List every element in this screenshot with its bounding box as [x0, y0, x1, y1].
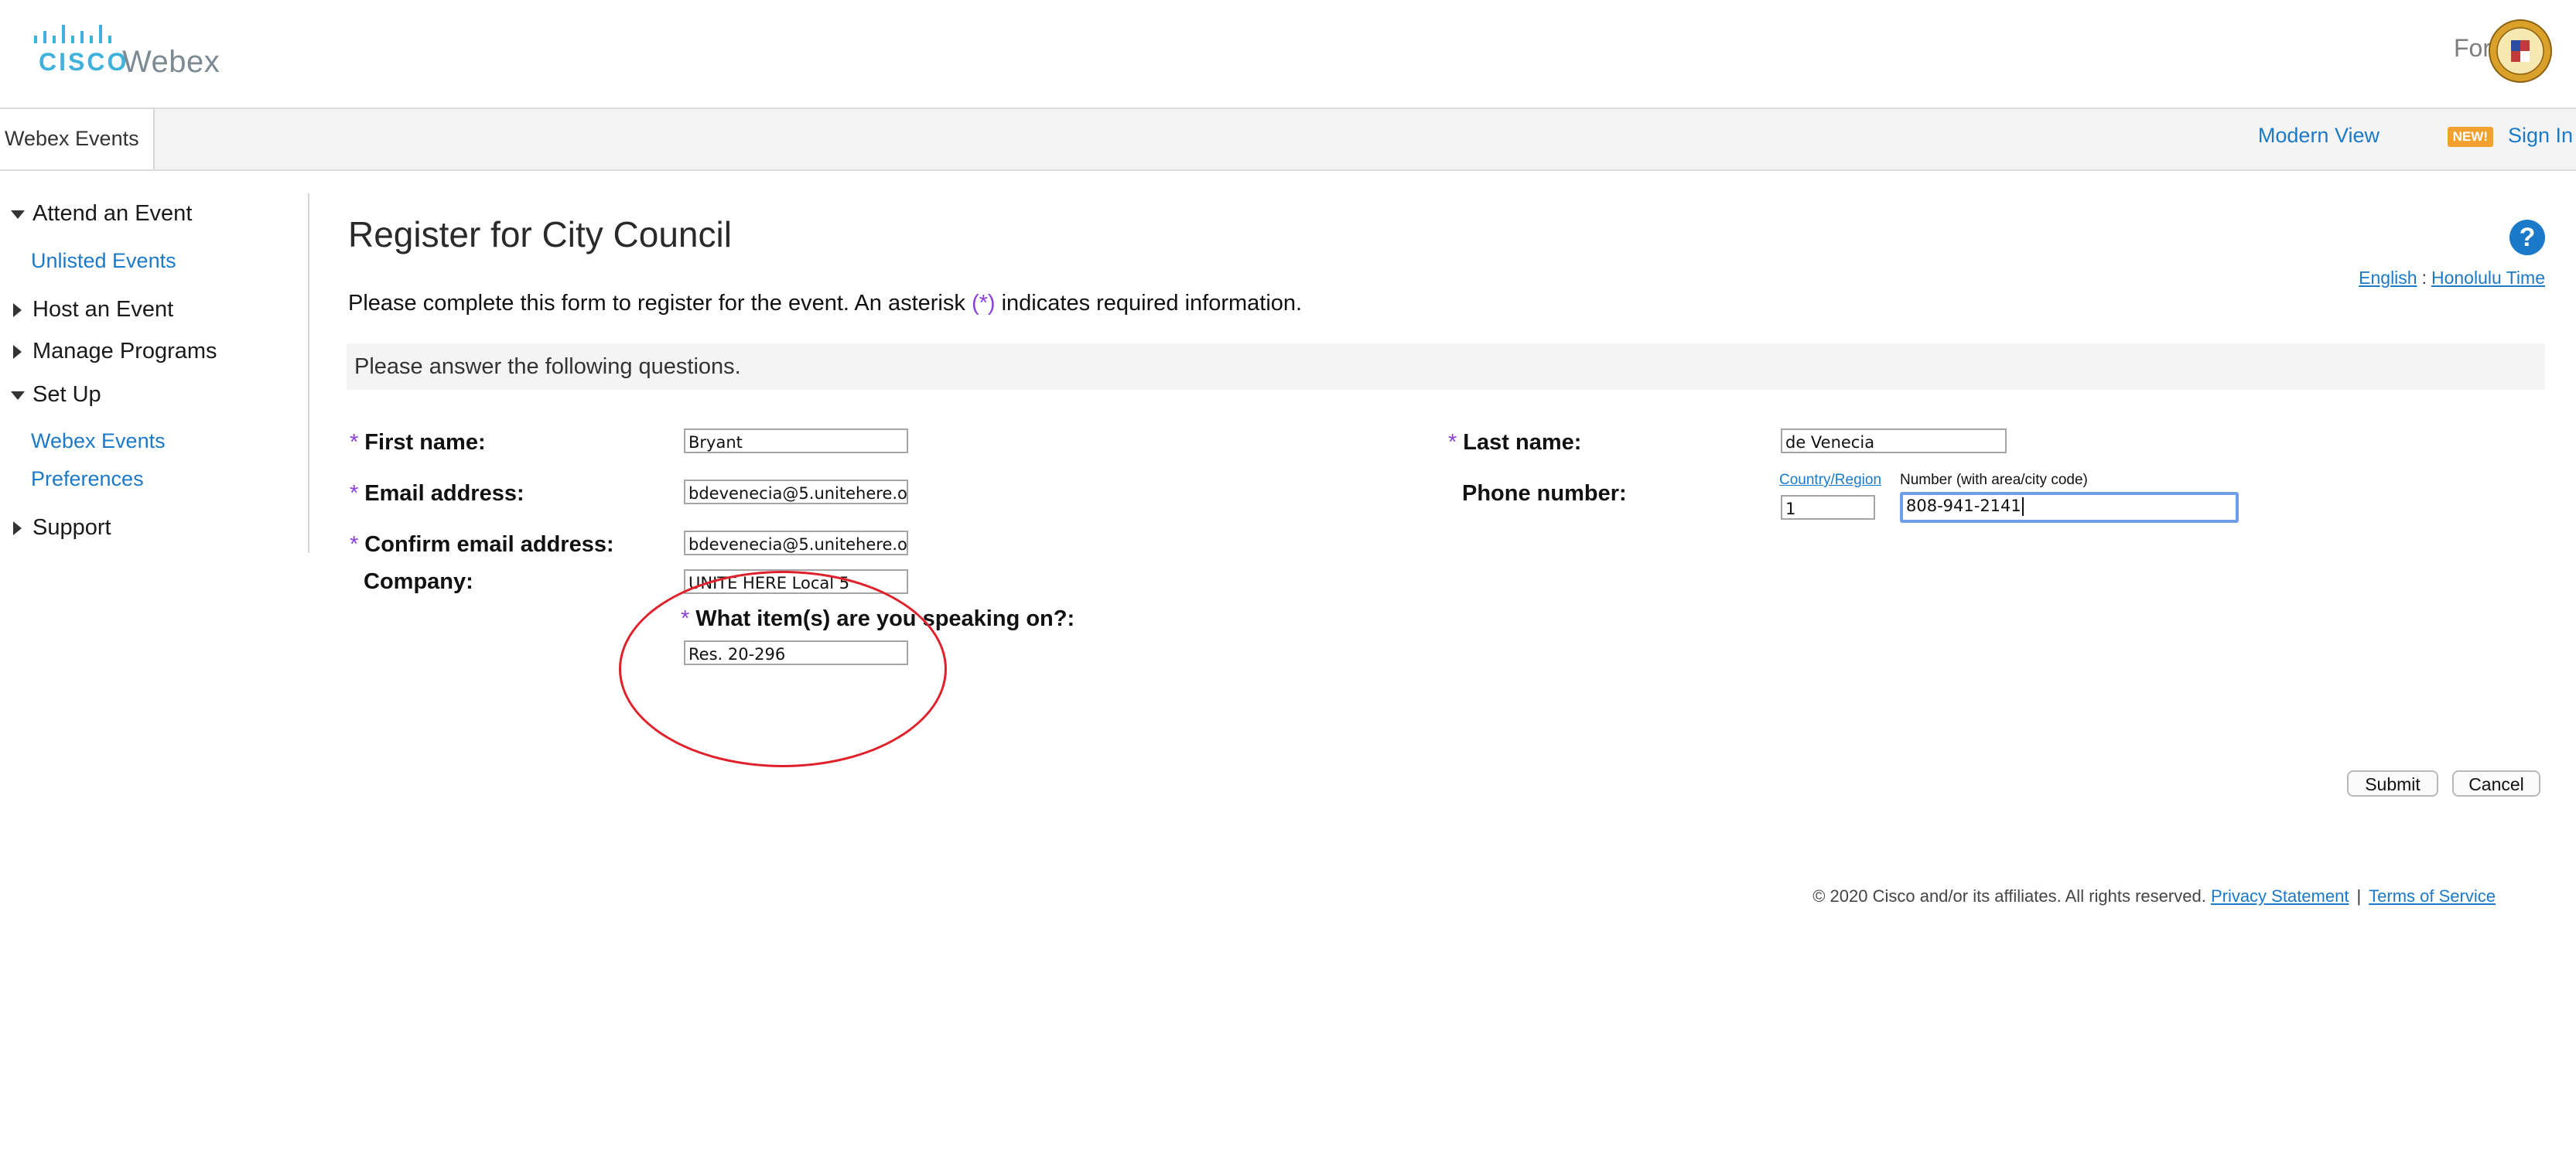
help-icon[interactable]: ? [2509, 220, 2545, 255]
last-name-label-text: Last name: [1463, 430, 1582, 455]
page-title: Register for City Council [348, 214, 732, 254]
first-name-label-text: First name: [364, 430, 486, 455]
speaking-item-field[interactable]: Res. 20-296 [684, 640, 908, 665]
phone-number-sublabel: Number (with area/city code) [1900, 472, 2088, 488]
first-name-label: * First name: [350, 430, 486, 456]
instructions-text: Please complete this form to register fo… [348, 291, 965, 316]
sidebar-item-label: Attend an Event [32, 201, 193, 226]
required-marker: (*) [971, 291, 996, 316]
sidebar: Attend an Event Unlisted Events Host an … [0, 193, 309, 553]
sidebar-item-attend-event[interactable]: Attend an Event [11, 201, 192, 227]
confirm-email-label-text: Confirm email address: [364, 532, 614, 557]
timezone-link[interactable]: Honolulu Time [2431, 268, 2545, 288]
modern-view-link[interactable]: Modern View [2258, 124, 2380, 148]
caret-down-icon [11, 391, 25, 400]
text-cursor [2021, 497, 2024, 516]
caret-down-icon [11, 210, 25, 219]
cisco-bars-icon [34, 25, 111, 43]
top-nav-bar [0, 108, 2576, 171]
phone-number-value: 808-941-2141 [1906, 497, 2021, 515]
required-asterisk: * [681, 606, 690, 631]
sign-in-link[interactable]: Sign In [2508, 124, 2573, 148]
sidebar-item-label: Manage Programs [32, 339, 217, 364]
phone-number-field[interactable]: 808-941-2141 [1900, 492, 2239, 523]
privacy-statement-link[interactable]: Privacy Statement [2211, 886, 2349, 906]
tab-webex-events[interactable]: Webex Events [0, 108, 155, 169]
phone-label: Phone number: [1462, 481, 1627, 506]
submit-button[interactable]: Submit [2347, 770, 2438, 797]
last-name-field[interactable]: de Venecia [1781, 428, 2007, 453]
speaking-item-label-text: What item(s) are you speaking on?: [695, 606, 1075, 631]
footer: © 2020 Cisco and/or its affiliates. All … [1812, 886, 2496, 906]
required-asterisk: * [350, 532, 359, 557]
sidebar-item-support[interactable]: Support [11, 515, 111, 541]
site-owner-label: For [2454, 34, 2491, 62]
required-asterisk: * [350, 481, 359, 506]
caret-right-icon [13, 303, 22, 318]
new-badge: NEW! [2447, 127, 2493, 147]
first-name-field[interactable]: Bryant [684, 428, 908, 453]
cancel-button[interactable]: Cancel [2452, 770, 2540, 797]
footer-separator: | [2356, 886, 2362, 906]
sidebar-item-unlisted-events[interactable]: Unlisted Events [31, 249, 176, 273]
email-label-text: Email address: [364, 481, 524, 506]
sidebar-item-label: Set Up [32, 382, 101, 407]
email-field[interactable]: bdevenecia@5.unitehere.org [684, 480, 908, 504]
terms-of-service-link[interactable]: Terms of Service [2369, 886, 2496, 906]
webex-wordmark: Webex [122, 45, 220, 79]
sidebar-item-label: Host an Event [32, 297, 174, 322]
caret-right-icon [13, 345, 22, 360]
sidebar-item-host-event[interactable]: Host an Event [11, 297, 173, 323]
locale-separator: : [2421, 268, 2427, 288]
tab-label: Webex Events [5, 127, 139, 150]
locale-selector: English: Honolulu Time [2359, 268, 2545, 288]
sidebar-item-preferences[interactable]: Preferences [31, 467, 144, 491]
confirm-email-field[interactable]: bdevenecia@5.unitehere.org [684, 531, 908, 555]
language-link[interactable]: English [2359, 268, 2417, 288]
last-name-label: * Last name: [1448, 430, 1581, 456]
sidebar-item-label: Support [32, 515, 111, 540]
sidebar-item-set-up[interactable]: Set Up [11, 382, 101, 408]
required-asterisk: * [1448, 430, 1457, 455]
form-instructions: Please complete this form to register fo… [348, 291, 1302, 316]
speaking-item-label: * What item(s) are you speaking on?: [681, 606, 1074, 632]
city-seal-icon [2488, 19, 2553, 84]
country-region-link[interactable]: Country/Region [1779, 472, 1881, 489]
company-label: Company: [364, 569, 473, 594]
cisco-wordmark: CISCO [39, 48, 129, 76]
country-code-field[interactable]: 1 [1781, 495, 1875, 520]
sidebar-item-webex-events[interactable]: Webex Events [31, 429, 166, 453]
email-label: * Email address: [350, 481, 524, 507]
company-field[interactable]: UNITE HERE Local 5 [684, 569, 908, 594]
copyright-text: © 2020 Cisco and/or its affiliates. All … [1812, 886, 2206, 906]
questions-header-text: Please answer the following questions. [354, 354, 741, 379]
questions-header: Please answer the following questions. [347, 343, 2545, 390]
sidebar-item-manage-programs[interactable]: Manage Programs [11, 339, 217, 364]
cisco-webex-logo[interactable]: CISCO Webex [31, 23, 232, 85]
instructions-text-end: indicates required information. [1001, 291, 1303, 316]
annotation-circle [619, 571, 947, 767]
caret-right-icon [13, 521, 22, 536]
required-asterisk: * [350, 430, 359, 455]
confirm-email-label: * Confirm email address: [350, 532, 614, 558]
